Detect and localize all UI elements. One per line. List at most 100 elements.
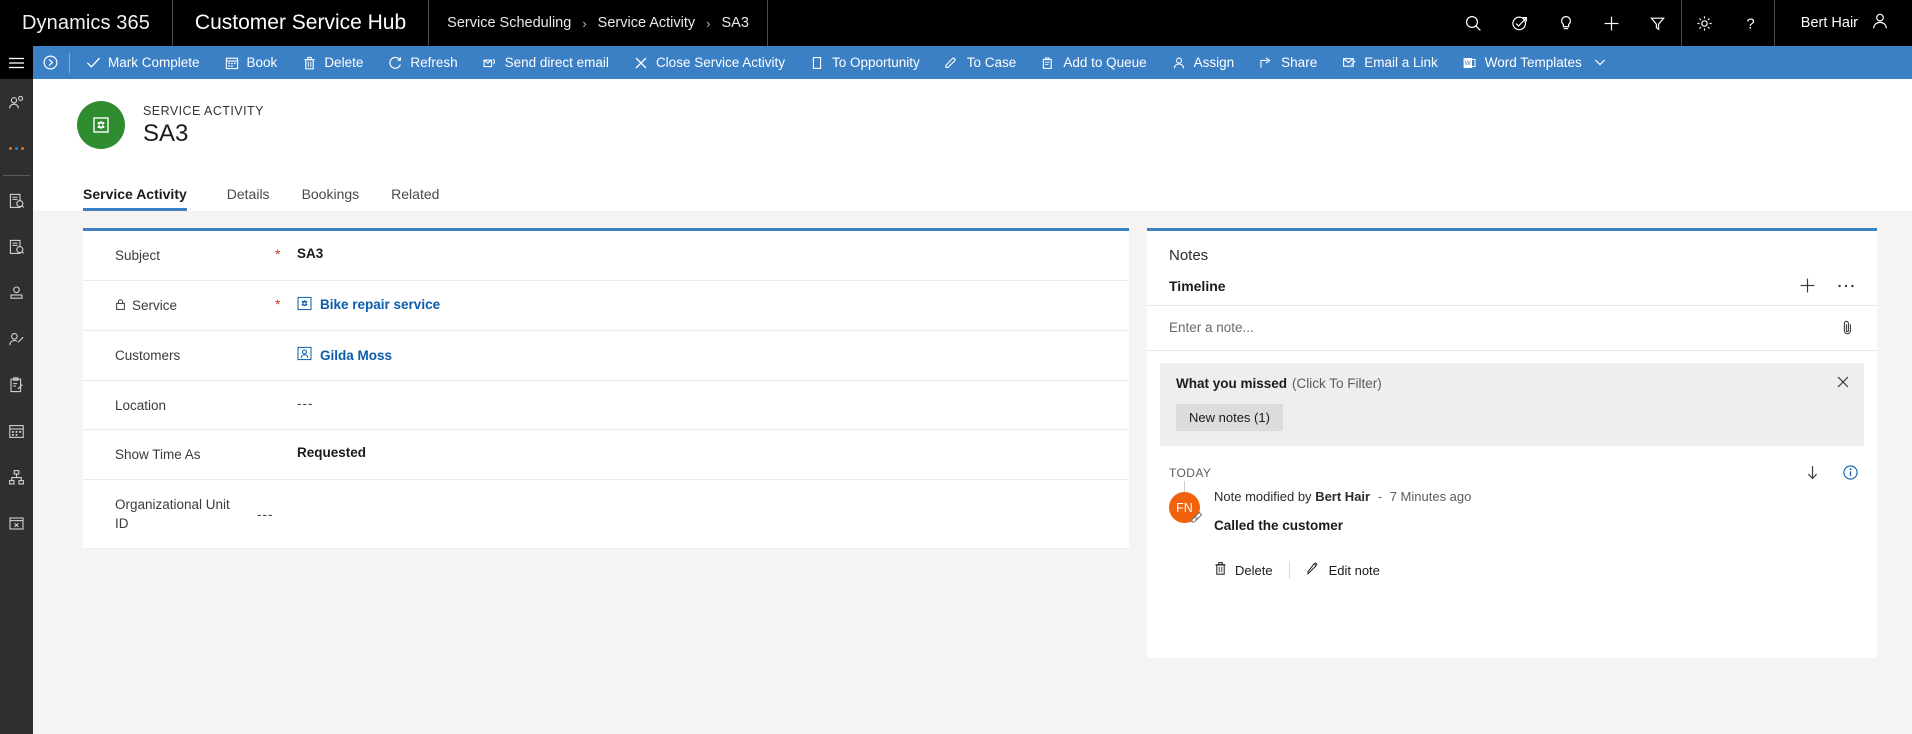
tab-details[interactable]: Details <box>211 186 286 211</box>
hamburger-menu-icon[interactable] <box>0 46 33 79</box>
lightbulb-icon[interactable] <box>1543 0 1589 46</box>
app-title[interactable]: Customer Service Hub <box>173 0 430 46</box>
sidebar-item-service-calendar[interactable] <box>0 408 33 454</box>
assign-button[interactable]: Assign <box>1159 46 1247 79</box>
to-case-button[interactable]: To Case <box>932 46 1029 79</box>
trash-icon <box>1214 561 1227 579</box>
sidebar-item-recent[interactable] <box>0 79 33 125</box>
sidebar-item-accounts[interactable] <box>0 270 33 316</box>
field-show-time-as-value[interactable]: Requested <box>297 444 366 460</box>
timeline-entry-actions: Delete Edit note <box>1214 561 1471 579</box>
avatar <box>1870 11 1890 35</box>
note-input-placeholder: Enter a note... <box>1169 320 1254 335</box>
close-service-activity-button[interactable]: Close Service Activity <box>621 46 797 79</box>
email-a-link-button[interactable]: Email a Link <box>1329 46 1450 79</box>
field-service-value[interactable]: Bike repair service <box>297 295 440 314</box>
opportunity-icon <box>809 56 825 70</box>
field-service-link[interactable]: Bike repair service <box>320 297 440 312</box>
help-icon[interactable]: ? <box>1728 0 1774 46</box>
plus-icon[interactable] <box>1798 276 1817 295</box>
field-customers[interactable]: Customers Gilda Moss <box>83 331 1129 381</box>
timeline-entry-text: Called the customer <box>1214 518 1344 533</box>
refresh-button[interactable]: Refresh <box>375 46 469 79</box>
info-icon[interactable] <box>1842 464 1859 481</box>
timeline-header-icons <box>1798 276 1855 295</box>
attachment-icon[interactable] <box>1840 319 1855 336</box>
add-to-queue-button[interactable]: Add to Queue <box>1028 46 1158 79</box>
user-menu[interactable]: Bert Hair <box>1775 0 1912 46</box>
what-you-missed-title: What you missed (Click To Filter) <box>1176 376 1848 391</box>
word-templates-button[interactable]: W Word Templates <box>1450 46 1618 79</box>
tab-service-activity[interactable]: Service Activity <box>83 186 203 211</box>
delete-label: Delete <box>324 55 364 70</box>
field-organizational-unit-id-value[interactable]: --- <box>257 506 274 522</box>
quick-create-check-icon[interactable] <box>1497 0 1543 46</box>
sidebar-item-contacts[interactable] <box>0 316 33 362</box>
plus-icon[interactable] <box>1589 0 1635 46</box>
sidebar-item-queues[interactable] <box>0 362 33 408</box>
dynamics-brand-label[interactable]: Dynamics 365 <box>0 0 173 46</box>
more-options-icon[interactable] <box>1837 283 1855 289</box>
what-you-missed-hint: (Click To Filter) <box>1292 376 1382 391</box>
note-input-row[interactable]: Enter a note... <box>1147 306 1877 351</box>
command-overflow-icon[interactable] <box>33 46 68 79</box>
filter-icon[interactable] <box>1635 0 1681 46</box>
email-a-link-label: Email a Link <box>1364 55 1438 70</box>
refresh-icon <box>387 55 403 70</box>
edit-note-label: Edit note <box>1328 562 1380 578</box>
share-button[interactable]: Share <box>1246 46 1329 79</box>
sidebar-item-services[interactable] <box>0 500 33 546</box>
sidebar-item-activities[interactable] <box>0 224 33 270</box>
delete-button[interactable]: Delete <box>289 46 375 79</box>
field-service[interactable]: Service * Bike repair service <box>83 281 1129 332</box>
close-icon[interactable] <box>1836 375 1850 394</box>
sidebar-item-resource-groups[interactable] <box>0 454 33 500</box>
new-notes-filter-chip[interactable]: New notes (1) <box>1176 404 1283 431</box>
main-content-column: Mark Complete Book Delete Refresh Send d… <box>33 46 1912 734</box>
edit-note-button[interactable]: Edit note <box>1288 561 1396 579</box>
form-area: Subject * SA3 Service * Bike repair serv… <box>33 211 1912 734</box>
tab-strip: Service Activity Details Bookings Relate… <box>33 171 1912 211</box>
sort-down-arrow-icon[interactable] <box>1805 464 1820 481</box>
field-subject[interactable]: Subject * SA3 <box>83 231 1129 281</box>
chevron-right-icon: › <box>706 15 711 31</box>
refresh-label: Refresh <box>410 55 458 70</box>
required-indicator-spacer <box>275 345 297 346</box>
field-subject-value[interactable]: SA3 <box>297 245 323 261</box>
field-location[interactable]: Location --- <box>83 381 1129 431</box>
breadcrumb-item-sa3[interactable]: SA3 <box>722 15 749 31</box>
field-customers-value[interactable]: Gilda Moss <box>297 345 392 364</box>
tab-bookings[interactable]: Bookings <box>286 186 376 211</box>
timeline-entry-timestamp: 7 Minutes ago <box>1389 489 1472 504</box>
what-you-missed-banner: What you missed (Click To Filter) New not… <box>1160 363 1864 446</box>
sidebar-item-cases[interactable] <box>0 178 33 224</box>
tab-related[interactable]: Related <box>375 186 455 211</box>
add-to-queue-label: Add to Queue <box>1063 55 1147 70</box>
timeline-group-label: TODAY <box>1169 465 1212 480</box>
record-header: SERVICE ACTIVITY SA3 <box>33 79 1912 171</box>
send-direct-email-button[interactable]: Send direct email <box>470 46 621 79</box>
chevron-down-icon <box>1594 55 1606 70</box>
sidebar-item-more[interactable] <box>0 125 33 171</box>
delete-note-button[interactable]: Delete <box>1214 561 1289 579</box>
breadcrumb-item-service-scheduling[interactable]: Service Scheduling <box>447 15 571 31</box>
timeline-entry: FN Note modified by Bert Hair - 7 Minute… <box>1147 481 1877 579</box>
breadcrumb-item-service-activity[interactable]: Service Activity <box>598 15 696 31</box>
mark-complete-button[interactable]: Mark Complete <box>73 46 212 79</box>
gear-icon[interactable] <box>1682 0 1728 46</box>
to-opportunity-button[interactable]: To Opportunity <box>797 46 932 79</box>
required-indicator-icon: * <box>275 295 281 312</box>
field-organizational-unit-id[interactable]: Organizational Unit ID --- <box>83 480 1129 549</box>
notes-panel: Notes Timeline Enter a note... What you … <box>1147 228 1877 658</box>
tab-service-activity-label: Service Activity <box>83 186 187 202</box>
field-location-value[interactable]: --- <box>297 395 314 411</box>
calendar-icon <box>224 56 240 70</box>
tab-details-label: Details <box>226 186 270 202</box>
check-icon <box>85 56 101 69</box>
field-subject-label: Subject <box>115 248 161 263</box>
field-show-time-as[interactable]: Show Time As Requested <box>83 430 1129 480</box>
field-customers-link[interactable]: Gilda Moss <box>320 348 392 363</box>
notes-title: Notes <box>1169 247 1209 264</box>
book-button[interactable]: Book <box>212 46 290 79</box>
search-icon[interactable] <box>1451 0 1497 46</box>
